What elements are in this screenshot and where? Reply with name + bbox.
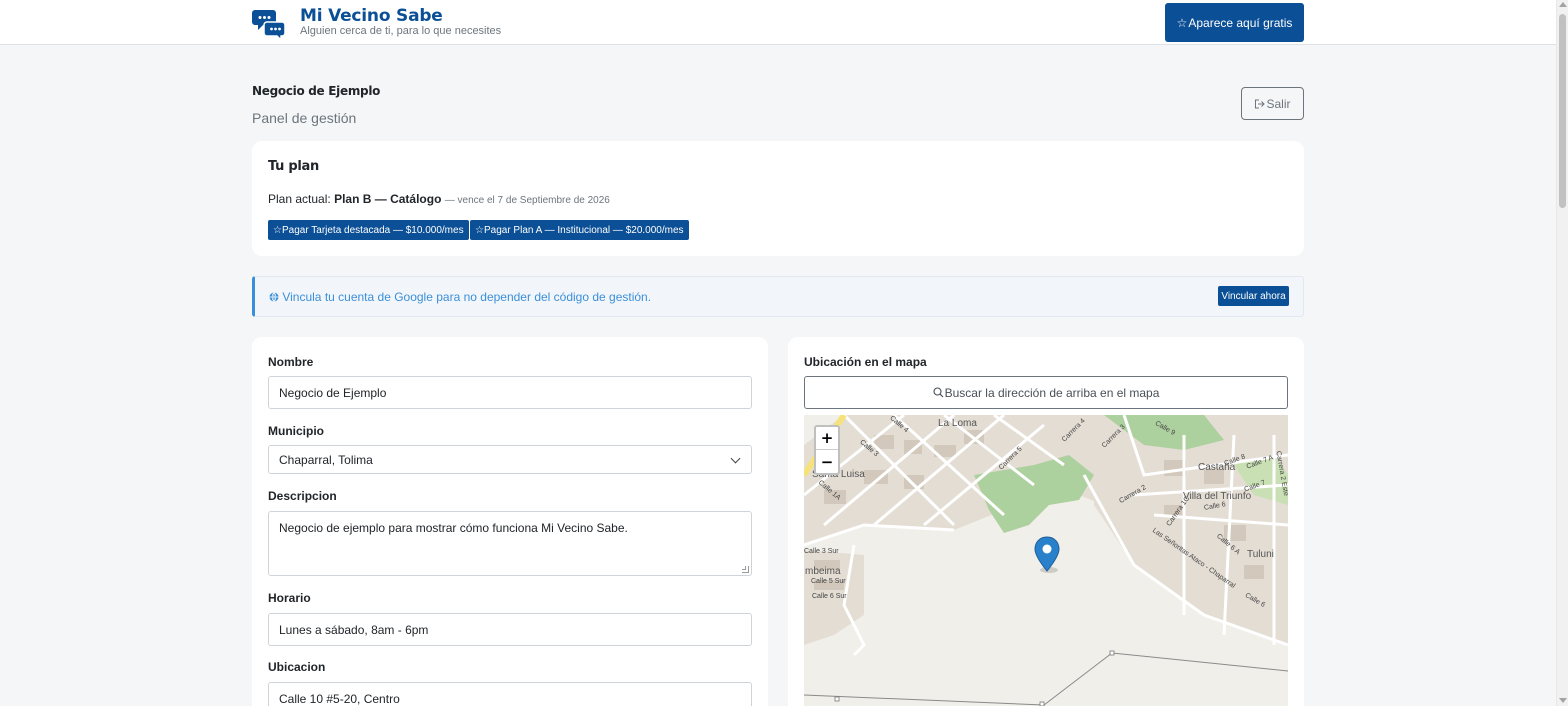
business-name: Negocio de Ejemplo: [252, 84, 381, 98]
description-value: Negocio de ejemplo para mostrar cómo fun…: [279, 521, 628, 535]
plan-heading: Tu plan: [268, 159, 319, 174]
logout-label: Salir: [1266, 96, 1291, 111]
link-now-button[interactable]: Vincular ahora: [1218, 286, 1289, 306]
google-link-alert: Vincula tu cuenta de Google para no depe…: [252, 276, 1304, 317]
chat-bubbles-icon: [252, 7, 286, 42]
place-label: La Loma: [938, 418, 977, 429]
brand-text: Mi Vecino Sabe Alguien cerca de ti, para…: [300, 5, 501, 37]
star-icon: ☆: [273, 224, 282, 236]
location-value: Calle 10 #5-20, Centro: [279, 691, 400, 706]
map-card: Ubicación en el mapa Buscar la dirección…: [788, 337, 1304, 706]
street-label: Calle 3 Sur: [804, 548, 839, 555]
star-icon: ☆: [1176, 15, 1188, 30]
brand-subtitle: Alguien cerca de ti, para lo que necesit…: [300, 25, 502, 37]
location-field[interactable]: Calle 10 #5-20, Centro: [268, 682, 752, 706]
name-label: Nombre: [268, 355, 314, 369]
map-zoom-control: + −: [814, 425, 840, 475]
municipality-label: Municipio: [268, 424, 324, 438]
appear-free-label: Aparece aquí gratis: [1188, 15, 1293, 30]
zoom-in-button[interactable]: +: [816, 427, 838, 450]
schedule-label: Horario: [268, 591, 311, 605]
logout-button[interactable]: Salir: [1241, 87, 1304, 120]
place-label: Tuluni: [1247, 549, 1274, 560]
logout-icon: [1255, 99, 1266, 108]
page-title: Panel de gestión: [252, 110, 357, 126]
search-address-label: Buscar la dirección de arriba en el mapa: [944, 385, 1160, 400]
name-value: Negocio de Ejemplo: [279, 385, 387, 400]
plan-card: Tu plan Plan actual: Plan B — Catálogo —…: [252, 141, 1304, 256]
municipality-value: Chaparral, Tolima: [279, 452, 373, 467]
zoom-out-button[interactable]: −: [816, 450, 838, 473]
name-field[interactable]: Negocio de Ejemplo: [268, 376, 752, 409]
star-icon: ☆: [475, 224, 484, 236]
business-form-card: Nombre Negocio de Ejemplo Municipio Chap…: [252, 337, 768, 706]
appear-free-button[interactable]: ☆ Aparece aquí gratis: [1165, 3, 1304, 42]
plan-expiry: — vence el 7 de Septiembre de 2026: [444, 195, 610, 206]
scroll-up-arrow-icon[interactable]: [1559, 2, 1567, 7]
street-label: Calle 6 Sur: [812, 593, 847, 600]
place-label: Villa del Triunfo: [1183, 491, 1252, 502]
scroll-down-arrow-icon[interactable]: [1559, 698, 1567, 703]
street-label: Calle 5 Sur: [811, 578, 846, 585]
top-navbar: Mi Vecino Sabe Alguien cerca de ti, para…: [0, 0, 1556, 45]
current-plan-line: Plan actual: Plan B — Catálogo — vence e…: [268, 192, 610, 206]
description-label: Descripcion: [268, 489, 337, 503]
pay-featured-label: Pagar Tarjeta destacada — $10.000/mes: [281, 224, 464, 236]
map-label: Ubicación en el mapa: [804, 355, 927, 369]
current-plan-prefix: Plan actual:: [268, 192, 331, 206]
schedule-field[interactable]: Lunes a sábado, 8am - 6pm: [268, 613, 752, 646]
search-icon: [933, 387, 944, 398]
municipality-select[interactable]: Chaparral, Tolima: [268, 445, 752, 474]
page-scrollbar[interactable]: [1556, 0, 1568, 706]
google-link-message: Vincula tu cuenta de Google para no depe…: [269, 290, 651, 304]
brand[interactable]: Mi Vecino Sabe Alguien cerca de ti, para…: [252, 5, 501, 42]
description-textarea[interactable]: Negocio de ejemplo para mostrar cómo fun…: [268, 511, 752, 576]
resize-handle-icon[interactable]: [742, 566, 749, 573]
search-address-button[interactable]: Buscar la dirección de arriba en el mapa: [804, 376, 1288, 409]
location-label: Ubicacion: [268, 660, 326, 674]
location-map[interactable]: La Loma Castaña Villa del Triunfo Santa …: [804, 415, 1288, 706]
pay-plan-a-label: Pagar Plan A — Institucional — $20.000/m…: [483, 224, 684, 236]
pay-plan-a-button[interactable]: ☆ Pagar Plan A — Institucional — $20.000/…: [470, 220, 689, 240]
brand-title: Mi Vecino Sabe: [300, 6, 443, 26]
map-pin-icon[interactable]: [1033, 536, 1061, 574]
pay-featured-card-button[interactable]: ☆ Pagar Tarjeta destacada — $10.000/mes: [268, 220, 469, 240]
schedule-value: Lunes a sábado, 8am - 6pm: [279, 622, 429, 637]
place-label: mbeima: [805, 566, 841, 577]
current-plan-name: Plan B — Catálogo: [334, 192, 442, 206]
scroll-thumb[interactable]: [1559, 14, 1566, 208]
google-link-text: Vincula tu cuenta de Google para no depe…: [282, 290, 652, 304]
chevron-down-icon: [730, 453, 741, 464]
globe-icon: [269, 292, 279, 302]
